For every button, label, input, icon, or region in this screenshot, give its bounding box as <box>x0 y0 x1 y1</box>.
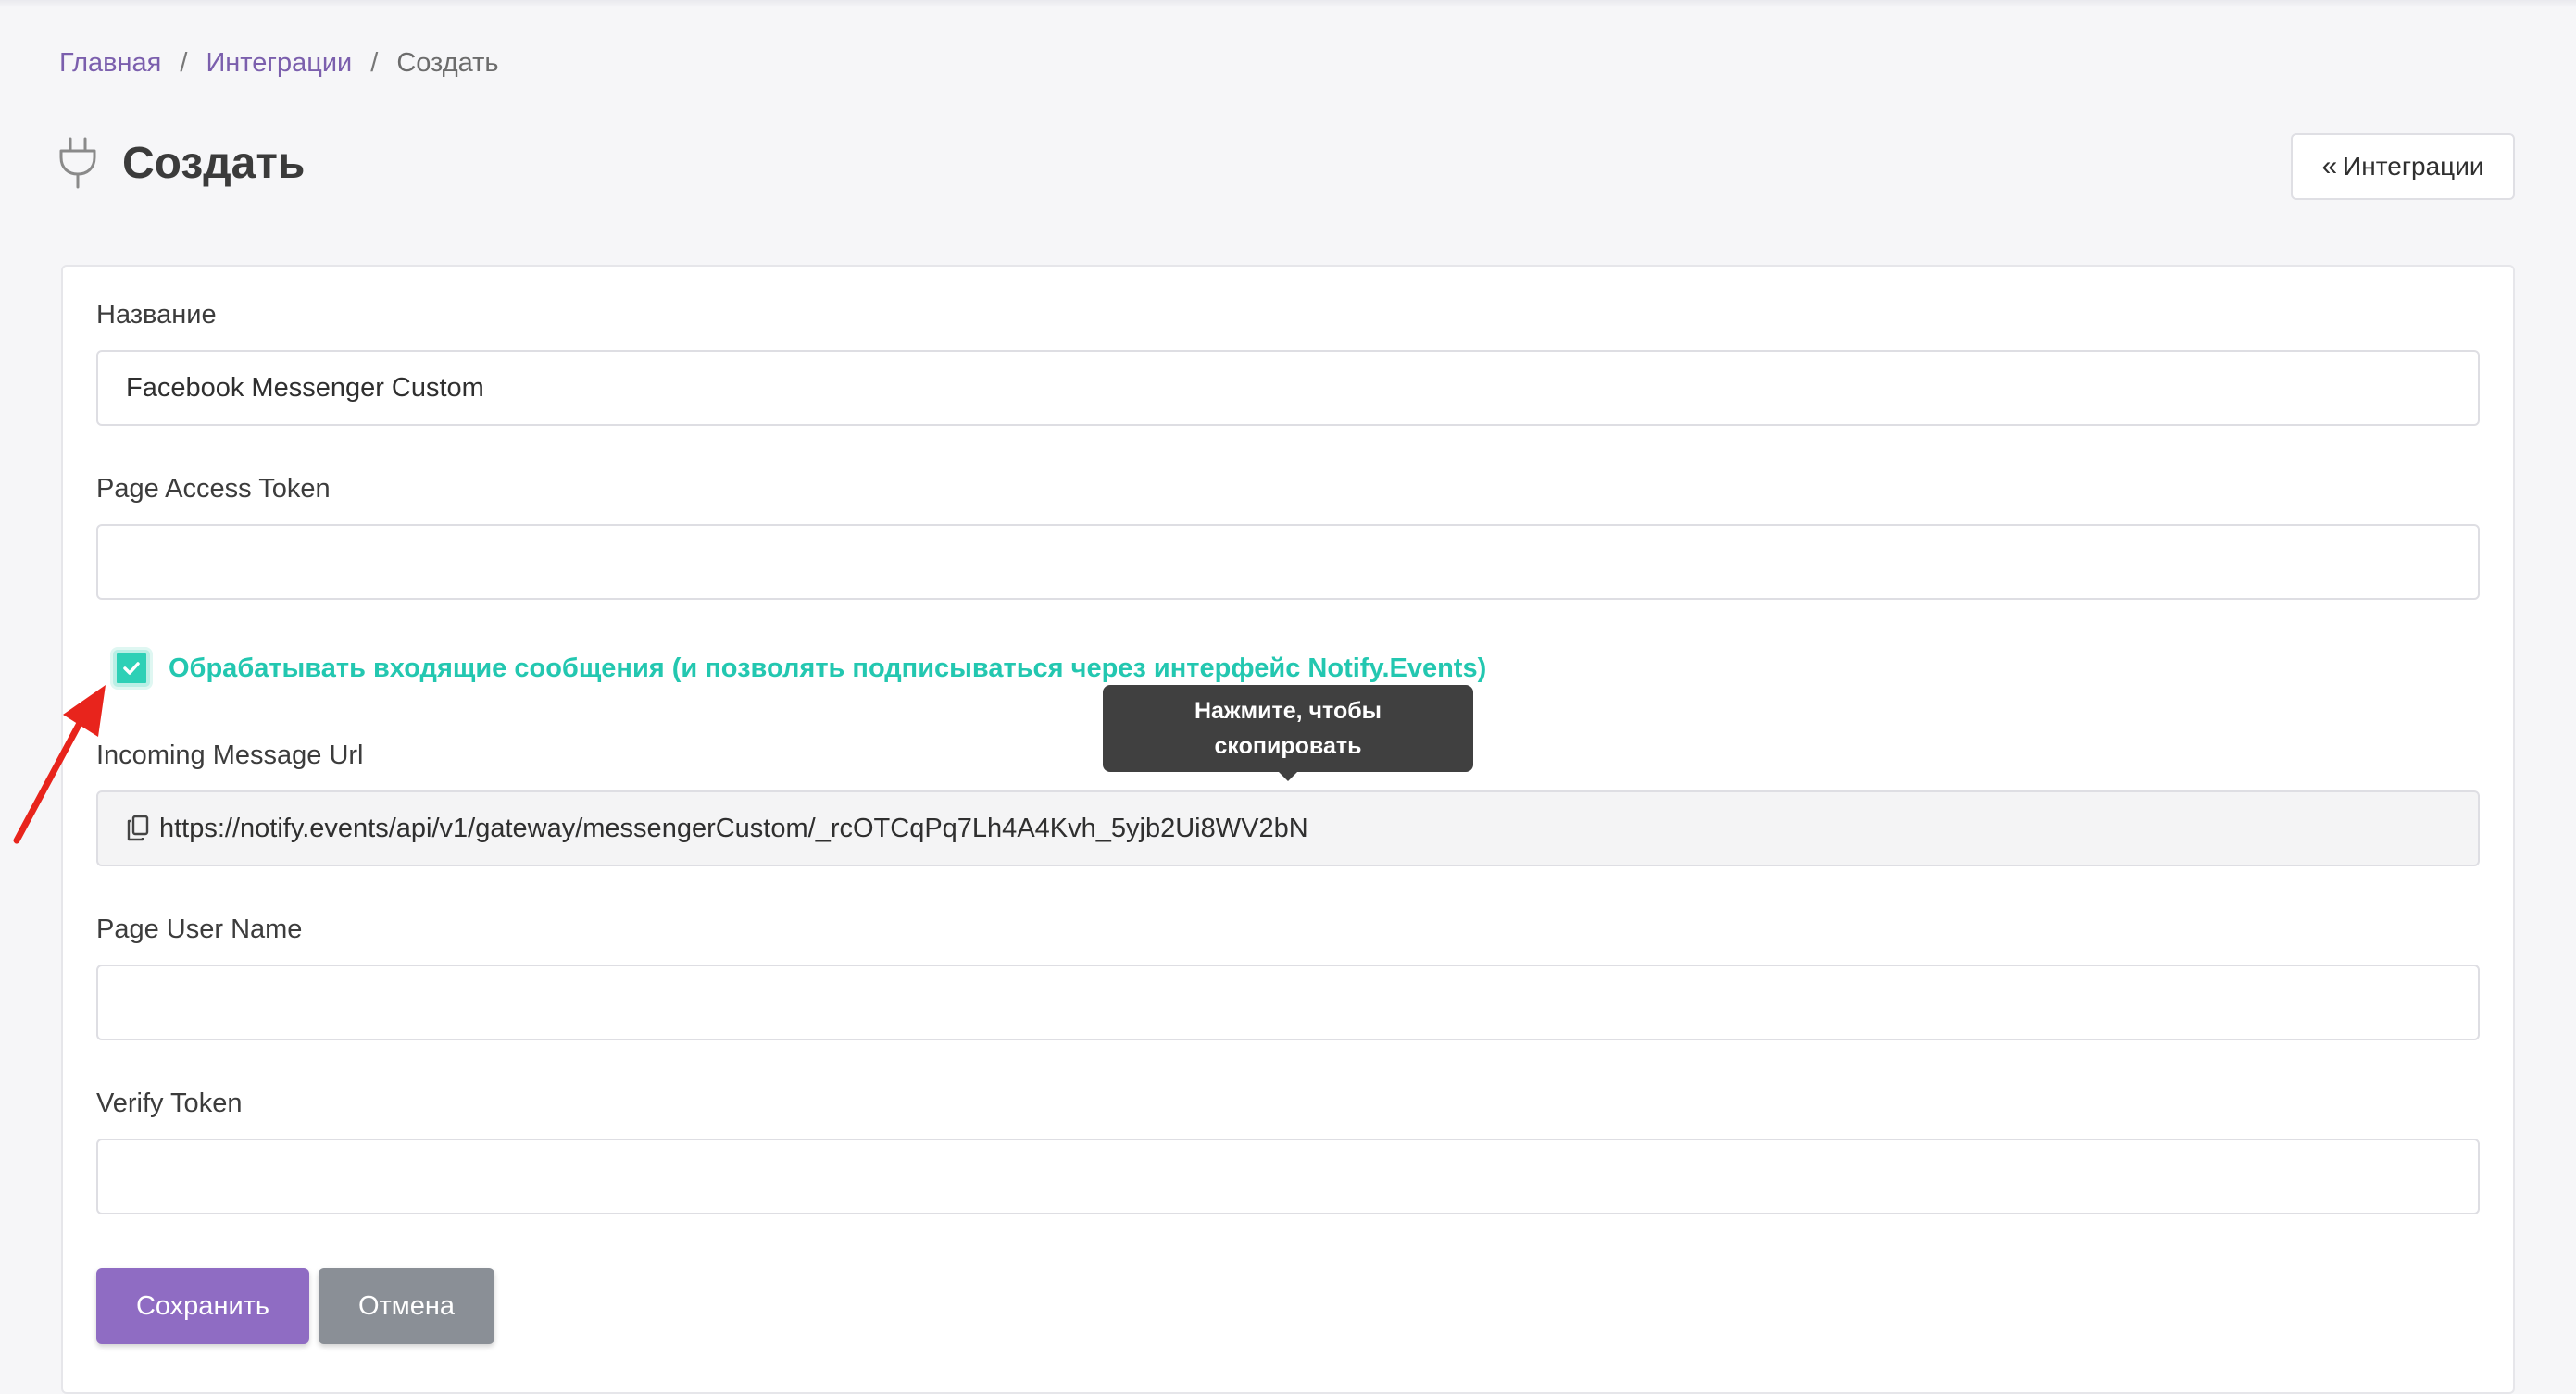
save-button[interactable]: Сохранить <box>96 1268 309 1344</box>
process-incoming-checkbox-row[interactable]: Обрабатывать входящие сообщения (и позво… <box>113 646 1486 691</box>
incoming-message-url-label: Incoming Message Url <box>96 741 364 770</box>
verify-token-input[interactable] <box>96 1139 2480 1214</box>
breadcrumb: Главная / Интеграции / Создать <box>59 44 499 81</box>
page-header: Создать <box>57 130 305 196</box>
back-to-integrations-button[interactable]: « Интеграции <box>2291 133 2515 200</box>
page-title: Создать <box>122 138 306 188</box>
page-user-name-input[interactable] <box>96 965 2480 1040</box>
breadcrumb-current: Создать <box>396 47 499 78</box>
copy-tooltip: Нажмите, чтобы скопировать <box>1103 685 1473 781</box>
breadcrumb-integrations[interactable]: Интеграции <box>206 48 352 79</box>
process-incoming-label: Обрабатывать входящие сообщения (и позво… <box>169 653 1487 683</box>
breadcrumb-separator: / <box>180 47 188 78</box>
cancel-button[interactable]: Отмена <box>319 1268 494 1344</box>
copy-icon[interactable] <box>126 815 150 842</box>
page-access-token-label: Page Access Token <box>96 474 331 504</box>
red-arrow-icon <box>13 685 106 844</box>
verify-token-label: Verify Token <box>96 1089 243 1118</box>
name-input[interactable] <box>96 350 2480 426</box>
page-user-name-label: Page User Name <box>96 915 303 944</box>
breadcrumb-home[interactable]: Главная <box>59 48 161 79</box>
checkmark-icon <box>123 662 140 675</box>
incoming-message-url-value: https://notify.events/api/v1/gateway/mes… <box>159 813 1308 843</box>
double-chevron-left-icon: « <box>2321 151 2338 181</box>
process-incoming-checkbox[interactable] <box>113 650 150 687</box>
name-label: Название <box>96 300 217 330</box>
breadcrumb-separator: / <box>370 47 379 78</box>
integration-form-card: Название Page Access Token Обрабатывать … <box>61 265 2515 1394</box>
top-shadow <box>0 0 2576 7</box>
plug-icon <box>59 137 96 189</box>
incoming-message-url-field[interactable]: https://notify.events/api/v1/gateway/mes… <box>96 790 2480 866</box>
page-access-token-input[interactable] <box>96 524 2480 600</box>
back-button-label: Интеграции <box>2343 152 2484 180</box>
